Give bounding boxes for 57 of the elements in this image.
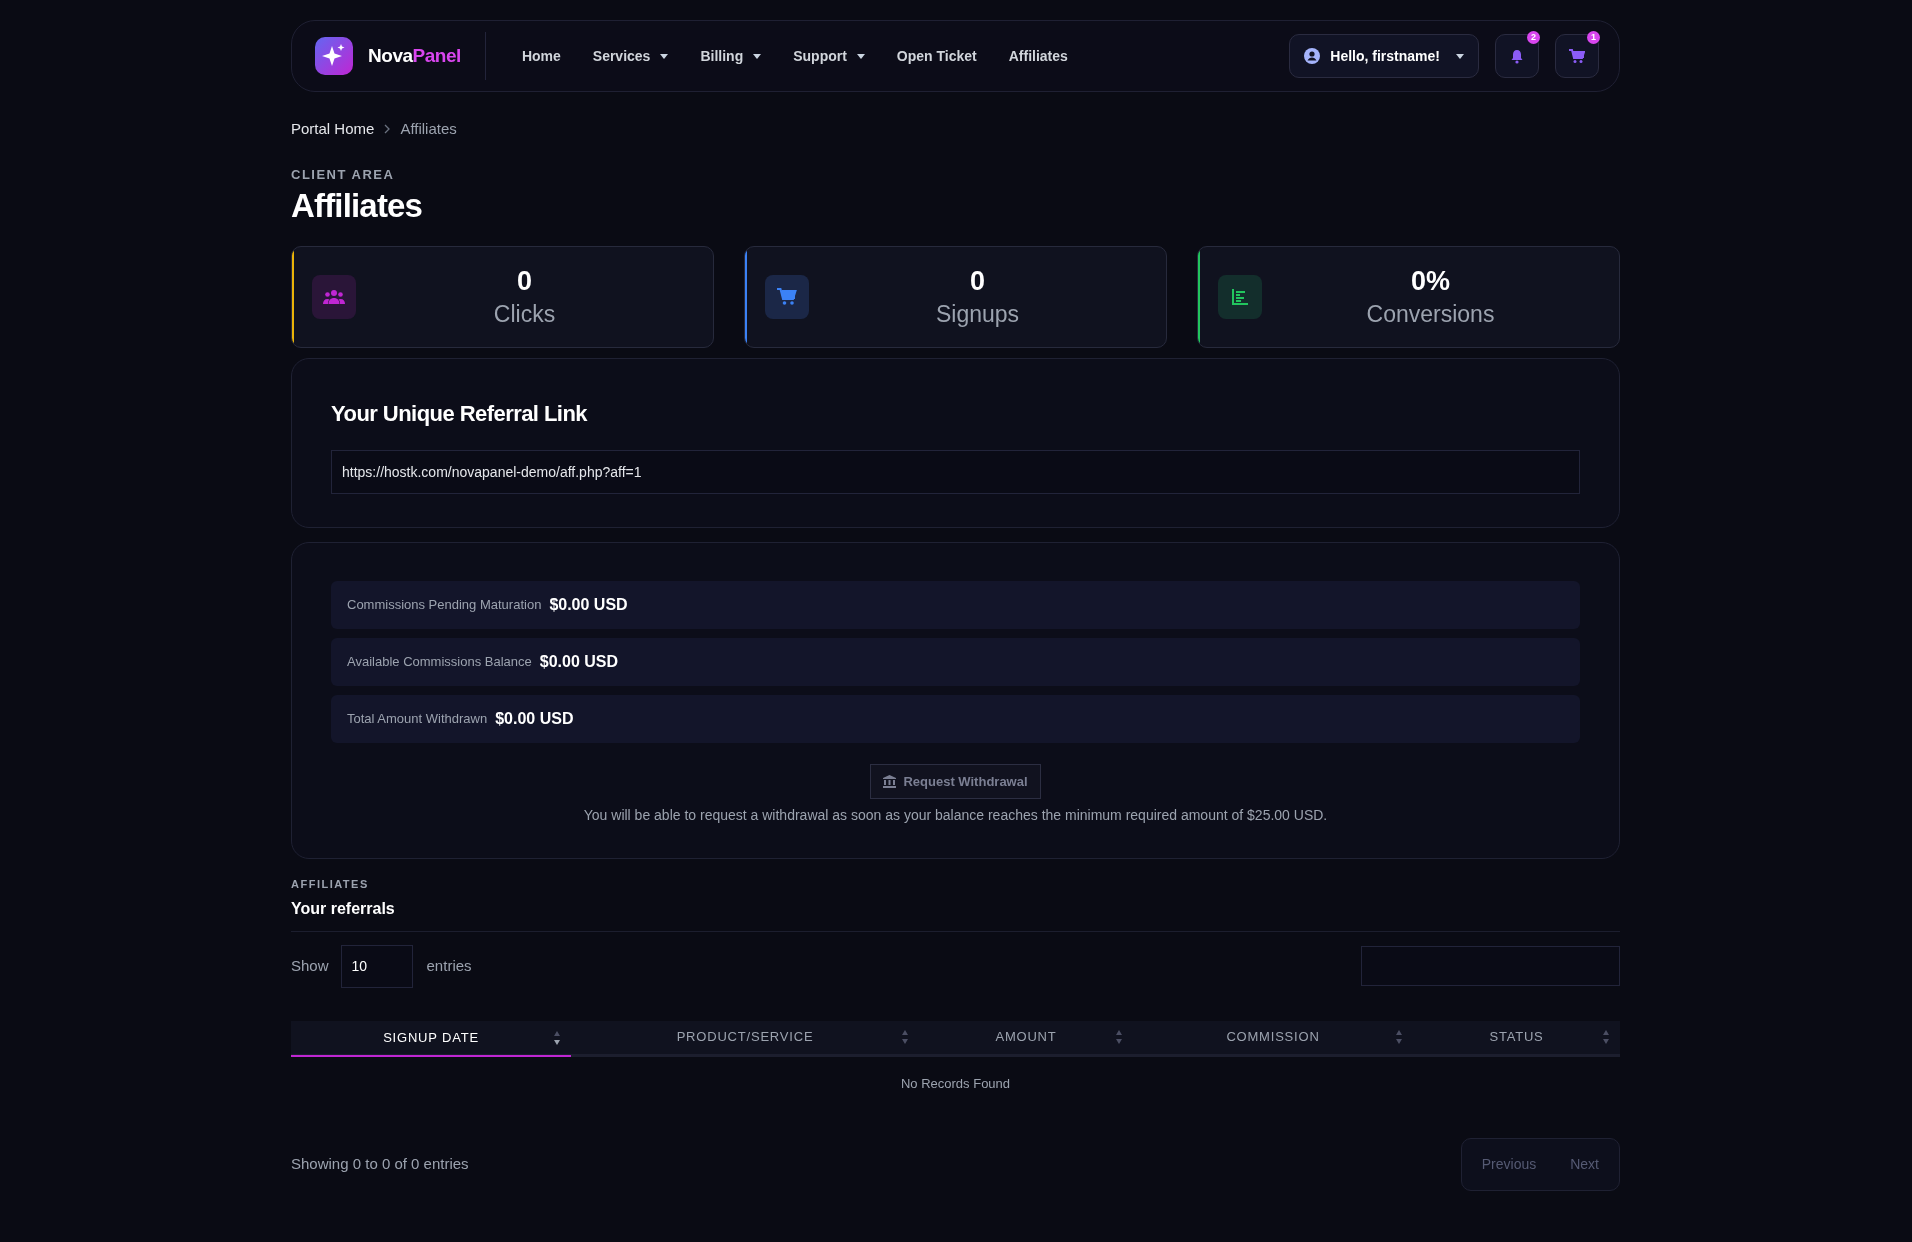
users-icon [323, 289, 345, 305]
section-eyebrow: AFFILIATES [291, 877, 370, 892]
cart-icon [1569, 48, 1585, 64]
bank-icon [883, 775, 897, 788]
search-field[interactable] [1361, 946, 1620, 986]
column-header[interactable]: STATUS [1413, 1020, 1620, 1054]
brand-name[interactable]: NovaPanel [368, 41, 461, 71]
chevron-right-icon [384, 124, 391, 135]
user-menu-button[interactable]: Hello, firstname! [1289, 34, 1479, 78]
entries-field[interactable]: 10 [340, 944, 413, 988]
section-eyebrow: CLIENT AREA [291, 165, 396, 184]
breadcrumb-link[interactable]: Portal Home [291, 118, 375, 141]
nav-link[interactable]: Open Ticket [896, 45, 977, 67]
user-icon [1304, 48, 1321, 64]
column-header[interactable]: PRODUCT/SERVICE [571, 1020, 919, 1054]
stat-label: Signups [935, 300, 1020, 329]
nav-link[interactable]: Billing [700, 45, 762, 67]
withdrawal-note: You will be able to request a withdrawal as soon as your balance reaches the minimum required amount of $25.00 USD. [582, 806, 1329, 825]
entries-label: entries [426, 955, 472, 976]
section-title: Your referrals [291, 898, 396, 919]
caret-icon [1456, 53, 1464, 59]
stat-label: Conversions [1366, 300, 1495, 329]
commission-label: Total Amount Withdrawn [347, 710, 488, 729]
commission-label: Commissions Pending Maturation [347, 596, 542, 615]
commission-label: Available Commissions Balance [347, 653, 532, 672]
commission-amount: $0.00 USD [495, 709, 574, 729]
bar-chart-icon [1231, 288, 1249, 306]
show-label: Show [291, 955, 329, 976]
referral-link-field[interactable]: https://hostk.com/novapanel-demo/aff.php?aff=1 [331, 450, 1580, 494]
sort-icon [553, 1029, 561, 1046]
commission-amount: $0.00 USD [539, 652, 618, 672]
table-info: Showing 0 to 0 of 0 entries [291, 1154, 469, 1175]
sparkle-logo-icon [312, 34, 356, 78]
sort-icon [1602, 1029, 1610, 1045]
sort-icon [1115, 1029, 1123, 1045]
stat-label: Clicks [493, 300, 556, 329]
count-badge: 1 [1587, 31, 1600, 44]
column-header[interactable]: SIGNUP DATE [291, 1020, 571, 1057]
sort-icon [901, 1029, 909, 1045]
nav-link[interactable]: Services [592, 45, 669, 67]
stat-value: 0 [517, 265, 532, 298]
page-title: Affiliates [291, 186, 424, 226]
cart-icon [777, 288, 797, 306]
sort-icon [1395, 1029, 1403, 1045]
stat-value: 0% [1411, 265, 1450, 298]
column-header[interactable]: AMOUNT [919, 1020, 1133, 1054]
nav-link[interactable]: Home [521, 45, 561, 67]
empty-message: No Records Found [899, 1074, 1012, 1093]
nav-link[interactable]: Support [793, 45, 865, 67]
breadcrumb-link[interactable]: Affiliates [400, 118, 457, 141]
commission-amount: $0.00 USD [549, 595, 628, 615]
card-title: Your Unique Referral Link [331, 400, 589, 428]
stat-value: 0 [970, 265, 985, 298]
bell-icon [1510, 48, 1524, 64]
column-header[interactable]: COMMISSION [1133, 1020, 1413, 1054]
count-badge: 2 [1527, 31, 1540, 44]
nav-link[interactable]: Affiliates [1008, 45, 1068, 67]
